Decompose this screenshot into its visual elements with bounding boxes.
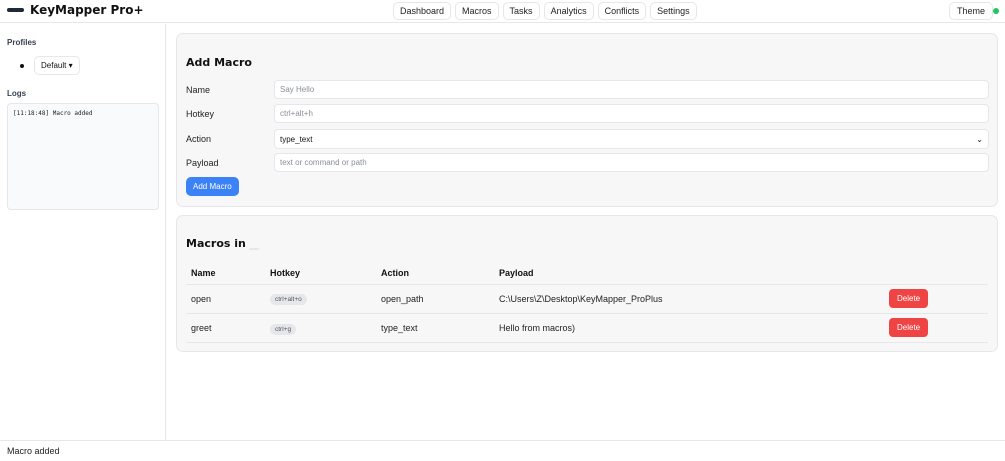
- profile-name-chip: [248, 248, 259, 250]
- payload-label: Payload: [186, 158, 219, 168]
- payload-input[interactable]: [274, 153, 989, 172]
- payload-cell: C:\Users\Z\Desktop\KeyMapper_ProPlus: [499, 294, 663, 304]
- brand: KeyMapper Pro+: [7, 3, 144, 17]
- table-divider: [186, 284, 988, 285]
- status-message: Macro added: [7, 446, 60, 456]
- main-nav: Dashboard Macros Tasks Analytics Conflic…: [393, 2, 697, 20]
- col-header-payload: Payload: [499, 268, 534, 278]
- table-divider: [186, 313, 988, 314]
- hotkey-label: Hotkey: [186, 109, 215, 119]
- macros-title: Macros in: [186, 237, 259, 250]
- add-macro-title: Add Macro: [186, 56, 252, 69]
- nav-settings[interactable]: Settings: [650, 2, 697, 20]
- action-cell: open_path: [381, 294, 424, 304]
- sidebar: Profiles Default ▾ Logs [11:18:48] Macro…: [0, 24, 166, 440]
- delete-macro-button[interactable]: Delete: [889, 289, 929, 308]
- caret-down-icon: ▾: [68, 61, 73, 70]
- add-macro-button[interactable]: Add Macro: [186, 177, 239, 196]
- name-label: Name: [186, 85, 211, 95]
- top-bar: KeyMapper Pro+ Dashboard Macros Tasks An…: [0, 0, 1005, 23]
- hotkey-chip: ctrl+g: [270, 324, 297, 335]
- col-header-hotkey: Hotkey: [270, 268, 301, 278]
- action-label: Action: [186, 134, 212, 144]
- app-title: KeyMapper Pro+: [30, 3, 144, 17]
- connection-status-indicator: [993, 8, 999, 14]
- col-header-action: Action: [381, 268, 409, 278]
- profile-list: Default ▾: [20, 56, 80, 75]
- nav-dashboard[interactable]: Dashboard: [393, 2, 452, 20]
- profiles-heading: Profiles: [7, 38, 37, 47]
- macro-name-cell: greet: [191, 323, 212, 333]
- table-divider: [186, 342, 988, 343]
- profile-name: Default: [41, 61, 67, 70]
- log-panel: [11:18:48] Macro added: [7, 103, 159, 210]
- profile-default-button[interactable]: Default ▾: [34, 56, 80, 75]
- nav-analytics[interactable]: Analytics: [543, 2, 594, 20]
- log-line: [11:18:48] Macro added: [13, 110, 93, 117]
- action-cell: type_text: [381, 323, 418, 333]
- nav-tasks[interactable]: Tasks: [502, 2, 540, 20]
- theme-button[interactable]: Theme: [949, 2, 994, 20]
- macro-name-input[interactable]: [274, 80, 989, 99]
- add-macro-card: Add Macro Name Hotkey Action type_text ⌄…: [176, 33, 998, 207]
- hotkey-chip: ctrl+alt+o: [270, 294, 307, 305]
- chevron-down-icon: ⌄: [976, 134, 983, 144]
- action-select[interactable]: type_text ⌄: [274, 129, 989, 149]
- logs-heading: Logs: [7, 89, 27, 98]
- action-select-value: type_text: [280, 134, 313, 144]
- app-logo-icon: [7, 8, 24, 12]
- col-header-name: Name: [191, 268, 216, 278]
- list-bullet-icon: [20, 63, 24, 68]
- macro-name-cell: open: [191, 294, 212, 304]
- status-bar: Macro added: [0, 440, 1005, 461]
- nav-conflicts[interactable]: Conflicts: [597, 2, 647, 20]
- macros-title-text: Macros in: [186, 237, 246, 250]
- macros-card: Macros in Name Hotkey Action Payload ope…: [176, 215, 998, 352]
- nav-macros[interactable]: Macros: [455, 2, 499, 20]
- payload-cell: Hello from macros): [499, 323, 576, 333]
- hotkey-input[interactable]: [274, 104, 989, 123]
- delete-macro-button[interactable]: Delete: [889, 318, 929, 337]
